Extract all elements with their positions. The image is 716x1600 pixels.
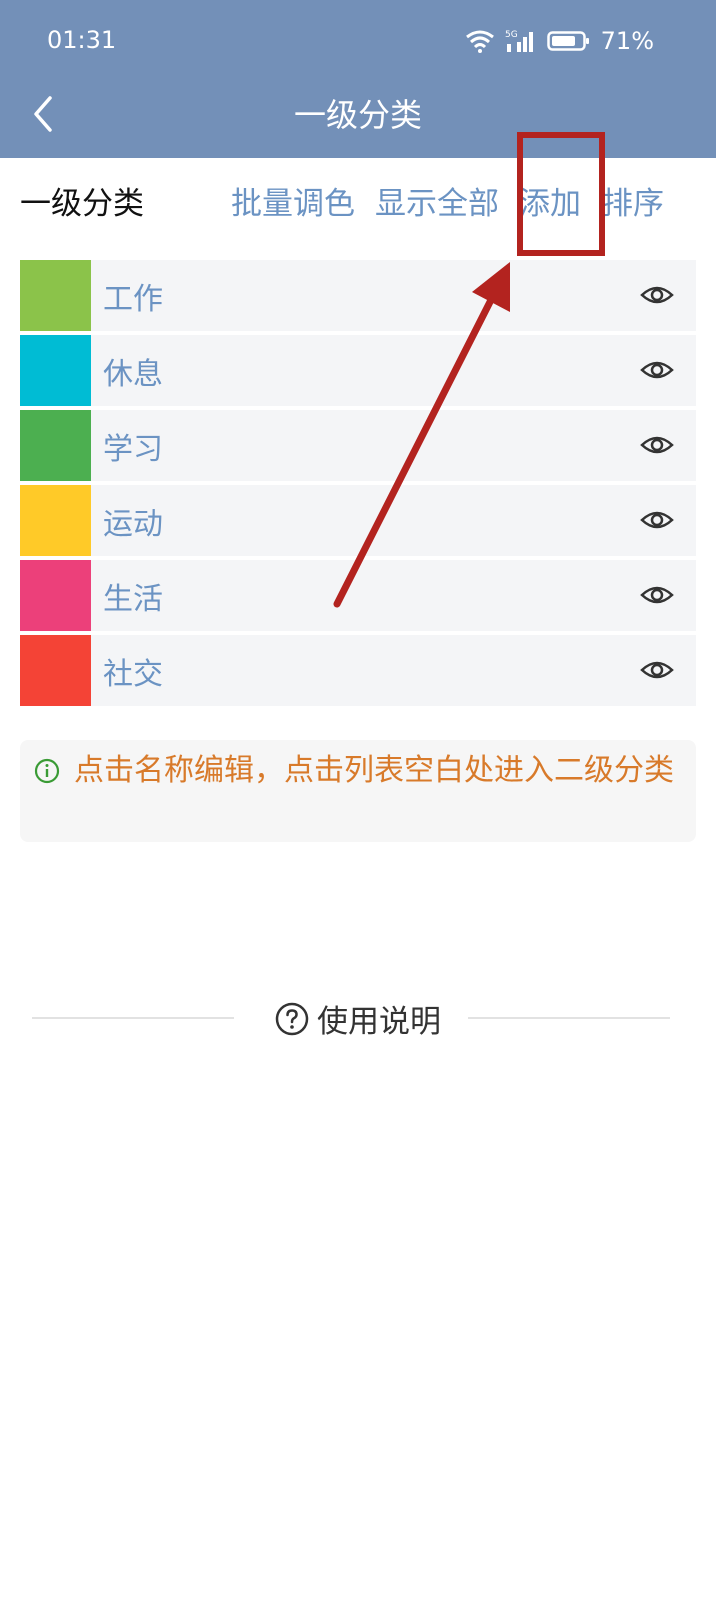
network-label: 5G [505, 30, 518, 40]
category-label[interactable]: 休息 [103, 349, 163, 393]
wifi-icon [465, 30, 494, 53]
toolbar: 一级分类 批量调色 显示全部 添加 排序 [0, 158, 716, 242]
divider-right [468, 1017, 670, 1019]
tip-box: 点击名称编辑，点击列表空白处进入二级分类 [20, 740, 696, 842]
help-link[interactable]: 使用说明 [275, 996, 441, 1041]
sort-button[interactable]: 排序 [602, 178, 664, 223]
category-row-life[interactable]: 生活 [20, 560, 696, 631]
color-swatch[interactable] [20, 560, 91, 631]
category-row-study[interactable]: 学习 [20, 410, 696, 481]
eye-icon[interactable] [640, 580, 674, 610]
category-label[interactable]: 社交 [103, 649, 163, 693]
color-swatch[interactable] [20, 485, 91, 556]
color-swatch[interactable] [20, 410, 91, 481]
tip-text: 点击名称编辑，点击列表空白处进入二级分类 [74, 753, 674, 788]
divider-left [32, 1017, 234, 1019]
category-row-work[interactable]: 工作 [20, 260, 696, 331]
eye-icon[interactable] [640, 355, 674, 385]
status-icons: 5G 71% [465, 26, 654, 56]
annotation-highlight-box [517, 132, 605, 256]
eye-icon[interactable] [640, 430, 674, 460]
battery-percent: 71% [600, 27, 654, 55]
batch-color-button[interactable]: 批量调色 [231, 178, 355, 223]
battery-icon [546, 31, 589, 51]
help-label: 使用说明 [317, 1004, 441, 1040]
status-time: 01:31 [47, 26, 117, 54]
category-label[interactable]: 学习 [103, 424, 163, 468]
category-label[interactable]: 运动 [103, 499, 163, 543]
eye-icon[interactable] [640, 505, 674, 535]
category-row-rest[interactable]: 休息 [20, 335, 696, 406]
page-title: 一级分类 [293, 96, 422, 134]
signal-icon: 5G [505, 30, 533, 52]
help-section: 使用说明 [0, 992, 716, 1042]
eye-icon[interactable] [640, 655, 674, 685]
toolbar-label: 一级分类 [20, 186, 144, 222]
category-row-social[interactable]: 社交 [20, 635, 696, 706]
help-circle-icon [275, 1002, 309, 1035]
eye-icon[interactable] [640, 280, 674, 310]
category-list: 工作 休息 学习 运动 生活 社交 [20, 260, 696, 710]
category-label[interactable]: 生活 [103, 574, 163, 618]
color-swatch[interactable] [20, 260, 91, 331]
color-swatch[interactable] [20, 335, 91, 406]
color-swatch[interactable] [20, 635, 91, 706]
app-header: 01:31 5G 71% 一级分类 [0, 0, 716, 158]
category-label[interactable]: 工作 [103, 274, 163, 318]
show-all-button[interactable]: 显示全部 [375, 178, 499, 223]
category-row-sport[interactable]: 运动 [20, 485, 696, 556]
